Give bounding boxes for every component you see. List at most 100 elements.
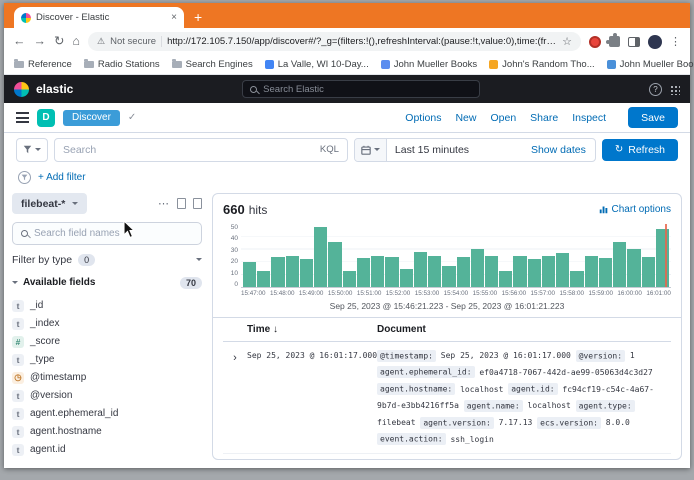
help-icon[interactable] <box>649 83 662 96</box>
histogram-bar[interactable] <box>627 249 640 287</box>
bookmark-item[interactable]: Reference <box>14 59 72 70</box>
chart-options-link[interactable]: Chart options <box>599 204 671 215</box>
field-item[interactable]: tagent.name <box>12 459 202 460</box>
histogram-bar[interactable] <box>485 256 498 288</box>
bookmark-item[interactable]: Search Engines <box>172 59 253 70</box>
show-dates-link[interactable]: Show dates <box>522 144 595 156</box>
save-button[interactable]: Save <box>628 107 678 128</box>
menu-link-share[interactable]: Share <box>530 112 558 124</box>
field-item[interactable]: t@version <box>12 387 202 405</box>
side-panel-icon[interactable] <box>628 37 640 47</box>
field-item[interactable]: t_type <box>12 351 202 369</box>
field-search[interactable] <box>12 222 202 245</box>
doc-field-name[interactable]: agent.name: <box>464 400 523 412</box>
forward-icon[interactable]: → <box>34 35 47 48</box>
security-label[interactable]: Not secure <box>110 36 156 47</box>
filter-set-button[interactable] <box>16 138 48 162</box>
field-search-input[interactable] <box>34 228 193 239</box>
profile-avatar[interactable] <box>648 35 662 49</box>
histogram-bar[interactable] <box>542 256 555 288</box>
histogram-bar[interactable] <box>371 256 384 288</box>
histogram-bar[interactable] <box>528 259 541 287</box>
field-item[interactable]: ◷@timestamp <box>12 369 202 387</box>
browser-tab[interactable]: Discover - Elastic × <box>14 7 184 28</box>
histogram-bar[interactable] <box>300 259 313 287</box>
home-icon[interactable]: ⌂ <box>72 35 80 48</box>
doc-field-name[interactable]: ecs.version: <box>537 417 601 429</box>
histogram-bar[interactable] <box>599 258 612 287</box>
extensions-puzzle-icon[interactable] <box>609 36 620 47</box>
histogram-bar[interactable] <box>314 227 327 287</box>
bookmark-item[interactable]: Radio Stations <box>84 59 160 70</box>
doc-field-name[interactable]: agent.type: <box>576 400 635 412</box>
histogram-bar[interactable] <box>642 257 655 287</box>
histogram-bar[interactable] <box>499 271 512 287</box>
doc-field-name[interactable]: @version: <box>576 350 625 362</box>
index-pattern-selector[interactable]: filebeat-* <box>12 193 87 214</box>
histogram-bar[interactable] <box>613 242 626 287</box>
extension-icon[interactable] <box>589 36 601 48</box>
histogram-bar[interactable] <box>428 256 441 288</box>
browser-menu-icon[interactable]: ⋮ <box>670 35 681 48</box>
url-text[interactable]: http://172.105.7.150/app/discover#/?_g=(… <box>167 36 557 47</box>
reload-icon[interactable]: ↻ <box>54 35 64 48</box>
histogram-bar[interactable] <box>385 257 398 287</box>
histogram-bar[interactable] <box>414 252 427 287</box>
breadcrumb-discover[interactable]: Discover <box>63 110 120 126</box>
space-badge[interactable]: D <box>37 109 55 127</box>
histogram-bar[interactable] <box>656 229 669 287</box>
sort-down-icon[interactable]: ↓ <box>273 324 278 335</box>
histogram-bar[interactable] <box>556 253 569 287</box>
apps-grid-icon[interactable] <box>669 84 680 95</box>
menu-link-options[interactable]: Options <box>405 112 441 124</box>
histogram-bar[interactable] <box>471 249 484 287</box>
histogram-bar[interactable] <box>513 256 526 288</box>
field-item[interactable]: tagent.ephemeral_id <box>12 405 202 423</box>
kql-search-input[interactable] <box>63 144 314 156</box>
bookmark-star-icon[interactable]: ☆ <box>562 35 572 48</box>
doc-field-name[interactable]: agent.hostname: <box>377 383 455 395</box>
menu-link-open[interactable]: Open <box>490 112 516 124</box>
kql-search[interactable]: KQL <box>54 138 348 162</box>
collapse-sidebar-icon[interactable] <box>177 198 186 209</box>
bookmark-item[interactable]: John Mueller Books <box>381 59 477 70</box>
global-search[interactable] <box>242 80 480 98</box>
back-icon[interactable]: ← <box>13 35 26 48</box>
refresh-button[interactable]: ↻ Refresh <box>602 139 678 161</box>
time-column-header[interactable]: Time ↓ <box>247 324 377 335</box>
field-item[interactable]: #_score <box>12 333 202 351</box>
histogram-bar[interactable] <box>343 271 356 287</box>
expand-row-icon[interactable]: › <box>233 352 237 364</box>
global-search-input[interactable] <box>263 84 472 95</box>
doc-field-name[interactable]: agent.id: <box>508 383 557 395</box>
address-bar[interactable]: ⚠ Not secure http://172.105.7.150/app/di… <box>88 32 581 51</box>
more-options-icon[interactable]: ⋯ <box>158 197 170 210</box>
histogram-bar[interactable] <box>457 257 470 287</box>
histogram-bar[interactable] <box>243 262 256 287</box>
available-fields-header[interactable]: Available fields 70 <box>12 277 202 289</box>
histogram-bar[interactable] <box>286 256 299 288</box>
tab-close-icon[interactable]: × <box>171 12 177 23</box>
add-filter-link[interactable]: + Add filter <box>38 172 86 183</box>
kql-label[interactable]: KQL <box>320 144 339 155</box>
field-item[interactable]: t_index <box>12 315 202 333</box>
doc-field-name[interactable]: @timestamp: <box>377 350 436 362</box>
doc-field-name[interactable]: agent.version: <box>420 417 493 429</box>
field-item[interactable]: t_id <box>12 297 202 315</box>
histogram-bar[interactable] <box>357 258 370 287</box>
calendar-button[interactable] <box>355 139 387 161</box>
field-item[interactable]: tagent.hostname <box>12 423 202 441</box>
menu-link-new[interactable]: New <box>455 112 476 124</box>
filter-by-type-row[interactable]: Filter by type 0 <box>12 253 202 267</box>
bookmark-item[interactable]: John Mueller Books... <box>607 59 694 70</box>
histogram-bar[interactable] <box>328 242 341 287</box>
time-range-label[interactable]: Last 15 minutes <box>387 144 522 156</box>
histogram-bar[interactable] <box>400 269 413 287</box>
doc-field-name[interactable]: agent.ephemeral_id: <box>377 366 475 378</box>
histogram-bar[interactable] <box>257 271 270 287</box>
field-settings-icon[interactable] <box>193 198 202 209</box>
histogram-bar[interactable] <box>442 266 455 287</box>
elastic-logo[interactable] <box>14 82 29 97</box>
histogram-bar[interactable] <box>271 257 284 287</box>
doc-field-name[interactable]: event.action: <box>377 433 446 445</box>
